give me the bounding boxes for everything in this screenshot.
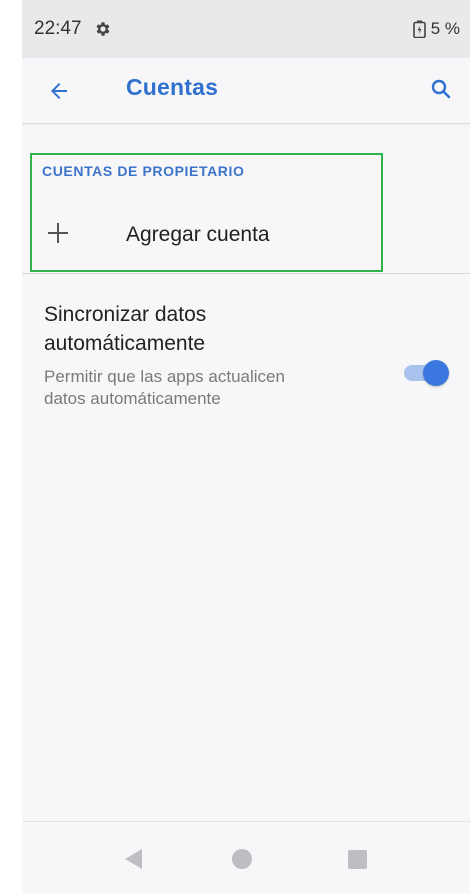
arrow-left-icon xyxy=(51,83,67,99)
battery-icon xyxy=(412,20,426,39)
app-bar: Cuentas xyxy=(22,58,470,124)
nav-recents-icon[interactable] xyxy=(348,850,367,869)
auto-sync-title: Sincronizar datos automáticamente xyxy=(44,303,207,355)
auto-sync-toggle[interactable] xyxy=(402,359,449,386)
auto-sync-summary: Permitir que las apps actualicen datos a… xyxy=(44,367,285,408)
nav-home-icon[interactable] xyxy=(232,849,252,869)
add-account-button[interactable]: Agregar cuenta xyxy=(32,207,381,267)
nav-back-icon[interactable] xyxy=(123,848,145,870)
section-header-owner-accounts: CUENTAS DE PROPIETARIO xyxy=(42,163,245,179)
status-right: 5 % xyxy=(412,19,460,39)
gear-icon xyxy=(94,20,112,38)
search-button[interactable] xyxy=(426,74,456,104)
battery-percentage: 5 % xyxy=(430,19,460,38)
status-bar: 22:47 5 % xyxy=(22,0,470,58)
back-button[interactable] xyxy=(44,76,74,106)
page-title: Cuentas xyxy=(126,74,219,100)
plus-icon xyxy=(48,223,68,243)
phone-screen: 22:47 5 % Cuentas CUENTAS DE PROPIETARIO… xyxy=(22,0,470,894)
navigation-bar xyxy=(22,821,470,894)
toggle-thumb xyxy=(423,360,449,386)
status-left: 22:47 xyxy=(34,18,112,40)
add-account-label: Agregar cuenta xyxy=(126,223,270,246)
auto-sync-setting[interactable]: Sincronizar datos automáticamente Permit… xyxy=(22,274,470,454)
status-time: 22:47 xyxy=(34,18,82,39)
search-icon xyxy=(431,79,451,99)
owner-accounts-section: CUENTAS DE PROPIETARIO Agregar cuenta xyxy=(30,153,383,272)
